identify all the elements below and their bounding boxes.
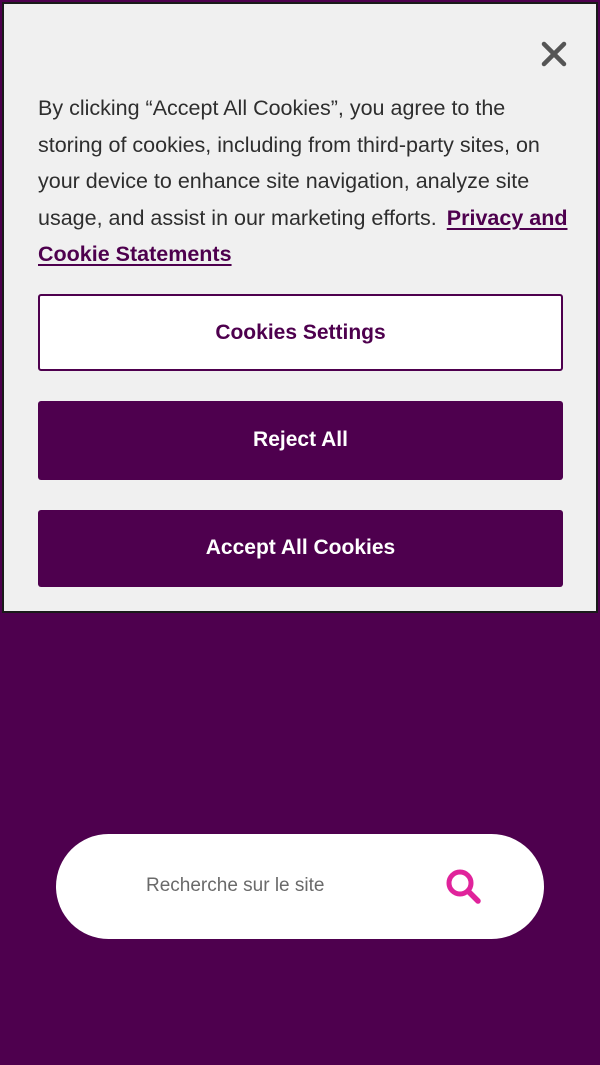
close-icon[interactable] [534,34,574,74]
accept-all-button[interactable]: Accept All Cookies [38,510,563,587]
search-bar[interactable] [56,834,544,939]
cookie-message: By clicking “Accept All Cookies”, you ag… [38,90,568,273]
reject-all-button[interactable]: Reject All [38,401,563,480]
cookie-consent-banner: By clicking “Accept All Cookies”, you ag… [2,2,598,613]
search-input[interactable] [146,866,416,906]
search-icon[interactable] [444,867,484,907]
cookies-settings-button[interactable]: Cookies Settings [38,294,563,371]
